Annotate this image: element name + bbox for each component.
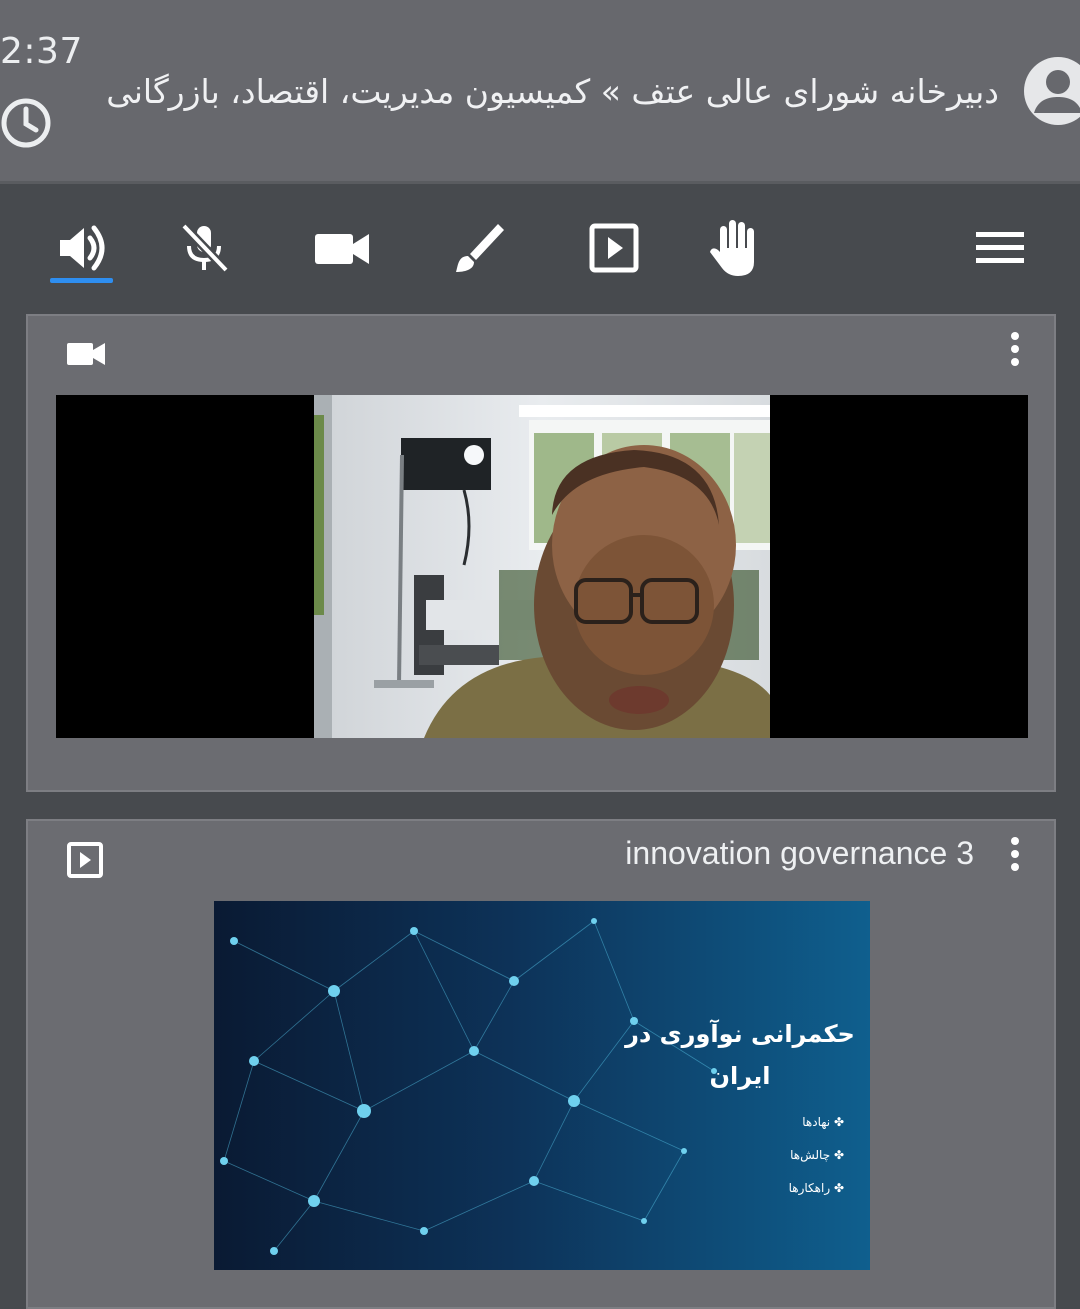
slide-bullet-text: چالش‌ها [790,1148,831,1162]
speaker-button[interactable] [48,214,116,282]
menu-button[interactable] [966,214,1034,282]
whiteboard-button[interactable] [442,214,510,282]
microphone-button[interactable] [170,214,238,282]
slide-bullet-text: نهادها [802,1115,831,1129]
kebab-icon[interactable] [1003,330,1027,370]
user-avatar-icon[interactable] [1022,55,1080,127]
videocam-icon [67,343,105,365]
presentation-button[interactable] [580,214,648,282]
slide-bullet: ✤ چالش‌ها [790,1148,844,1162]
video-player[interactable] [56,395,1028,738]
slide-bullet-list: ✤ نهادها ✤ چالش‌ها ✤ راهکارها [789,1106,844,1205]
elapsed-time: 2:37 [0,31,83,72]
presentation-slide[interactable]: حکمرانی نوآوری در ایران ✤ نهادها ✤ چالش‌… [214,901,870,1270]
kebab-icon[interactable] [1003,835,1027,875]
toolbar [0,184,1080,299]
play-box-icon [67,842,103,878]
brush-icon [456,224,504,272]
room-title: دبیرخانه شورای عالی عتف » کمیسیون مدیریت… [106,72,999,111]
play-box-icon [589,223,639,273]
header-bar: 2:37 دبیرخانه شورای عالی عتف » کمیسیون م… [0,0,1080,184]
raise-hand-button[interactable] [702,214,770,282]
slide-bullet-text: راهکارها [788,1181,831,1195]
videocam-icon [315,234,369,264]
webcam-feed [314,395,770,738]
hamburger-menu-icon [976,232,1024,263]
slide-bullet: ✤ نهادها [802,1115,844,1129]
hand-icon [710,220,754,276]
camera-button[interactable] [308,214,376,282]
clock-icon [1,98,51,148]
presentation-title: innovation governance 3 [625,835,974,871]
active-tab-indicator [50,278,113,283]
mic-off-icon [180,222,230,274]
slide-title: حکمرانی نوآوری در ایران [625,1020,855,1090]
slide-bullet: ✤ راهکارها [788,1181,844,1195]
presentation-panel: innovation governance 3 حکمرانی نوآوری د… [26,819,1056,1309]
volume-icon [60,225,105,271]
video-panel [26,314,1056,792]
